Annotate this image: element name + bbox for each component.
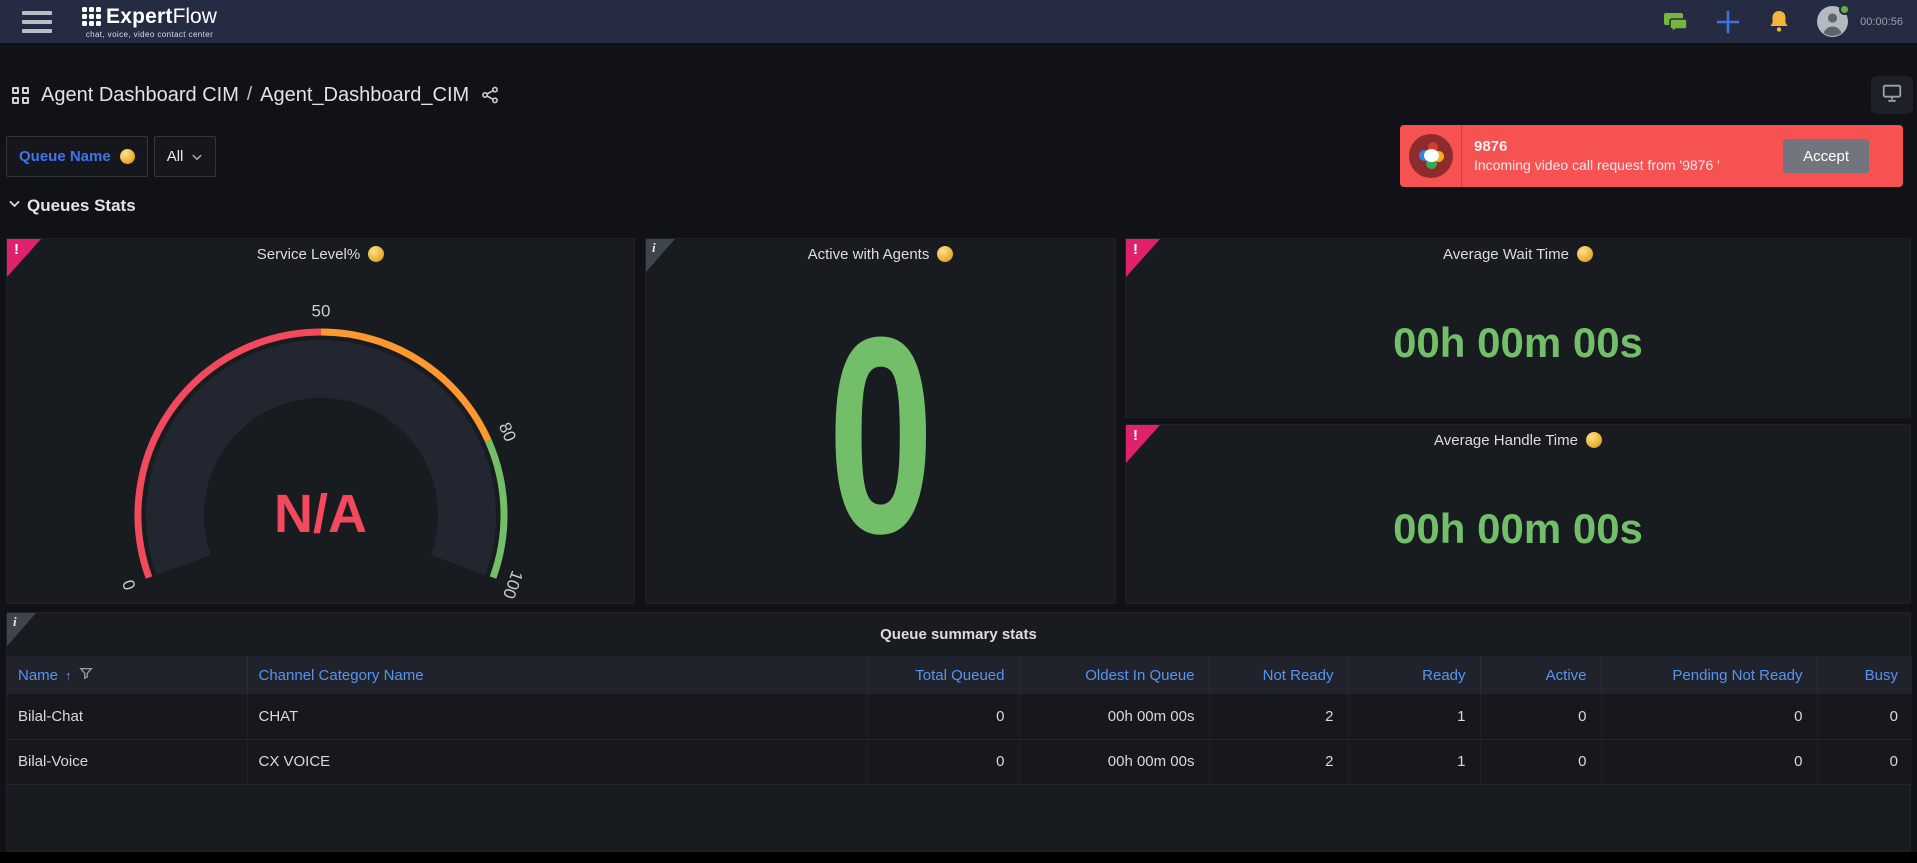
panel-title[interactable]: Service Level%	[7, 239, 634, 269]
column-header[interactable]: Total Queued	[867, 656, 1019, 694]
logo-primary-text: Expert	[106, 5, 173, 29]
gold-dot-icon	[1586, 432, 1602, 448]
table-cell: 0	[867, 694, 1019, 739]
stat-value: 0	[646, 269, 1115, 603]
stat-value: 00h 00m 00s	[1126, 455, 1910, 603]
breadcrumb-separator: /	[247, 84, 252, 106]
gauge-tick-label: 100	[499, 568, 527, 601]
queue-name-filter[interactable]: Queue Name	[6, 136, 148, 177]
section-title: Queues Stats	[27, 196, 136, 216]
gauge-tick-label: 80	[495, 419, 520, 444]
bottom-bar	[0, 852, 1917, 863]
table-cell: 0	[1480, 739, 1601, 784]
stat-value: 00h 00m 00s	[1126, 269, 1910, 417]
user-avatar[interactable]	[1817, 6, 1848, 37]
gold-dot-icon	[1577, 246, 1593, 262]
top-navbar: ExpertFlow chat, voice, video contact ce…	[0, 0, 1917, 43]
column-header[interactable]: Pending Not Ready	[1601, 656, 1817, 694]
table-cell: CX VOICE	[247, 739, 867, 784]
add-icon[interactable]	[1715, 9, 1741, 35]
sort-ascending-icon: ↑	[65, 668, 72, 683]
incoming-call-banner: 9876 Incoming video call request from '9…	[1400, 125, 1903, 187]
table-cell: 1	[1348, 739, 1480, 784]
monitor-icon	[1881, 82, 1903, 109]
table-cell: Bilal-Chat	[7, 694, 247, 739]
section-queues-stats[interactable]: Queues Stats	[8, 196, 136, 216]
panel-title[interactable]: Active with Agents	[646, 239, 1115, 269]
column-header[interactable]: Not Ready	[1209, 656, 1348, 694]
chat-icon[interactable]	[1663, 10, 1689, 34]
dashboard-page: ExpertFlow chat, voice, video contact ce…	[0, 0, 1917, 863]
panel-service-level: ! Service Level% 05080100 N/A	[6, 238, 635, 604]
queue-summary-table: i Queue summary stats Name↑Channel Categ…	[6, 612, 1911, 852]
gold-dot-icon	[368, 246, 384, 262]
column-header[interactable]: Ready	[1348, 656, 1480, 694]
chevron-down-icon	[191, 151, 203, 163]
table-cell: 0	[1601, 739, 1817, 784]
caller-id: 9876	[1474, 137, 1783, 156]
table-row: Bilal-VoiceCX VOICE000h 00m 00s21000	[7, 739, 1912, 784]
panel-title[interactable]: Average Handle Time	[1126, 425, 1910, 455]
logo-mark-icon	[82, 7, 101, 26]
queue-name-label: Queue Name	[19, 148, 111, 165]
breadcrumb-dashboard-link[interactable]: Agent Dashboard CIM	[41, 84, 239, 107]
hamburger-menu-button[interactable]	[22, 11, 52, 33]
notifications-bell-icon[interactable]	[1767, 9, 1791, 35]
gold-dot-icon	[937, 246, 953, 262]
gauge-value: N/A	[7, 483, 634, 545]
filter-value-dropdown[interactable]: All	[154, 136, 217, 177]
panel-average-handle-time: ! Average Handle Time 00h 00m 00s	[1125, 424, 1911, 604]
breadcrumb: Agent Dashboard CIM / Agent_Dashboard_CI…	[12, 75, 499, 115]
gold-dot-icon	[120, 149, 135, 164]
gauge-tick-label: 0	[119, 577, 140, 592]
table-cell: 2	[1209, 694, 1348, 739]
table-title[interactable]: Queue summary stats	[7, 613, 1910, 656]
column-header[interactable]: Active	[1480, 656, 1601, 694]
column-header[interactable]: Busy	[1817, 656, 1912, 694]
status-indicator	[1839, 4, 1850, 15]
logo-tagline: chat, voice, video contact center	[86, 30, 214, 39]
expertflow-logo[interactable]: ExpertFlow chat, voice, video contact ce…	[82, 5, 217, 39]
column-header[interactable]: Channel Category Name	[247, 656, 867, 694]
share-icon[interactable]	[481, 86, 499, 104]
panel-average-wait-time: ! Average Wait Time 00h 00m 00s	[1125, 238, 1911, 418]
logo-secondary-text: Flow	[173, 5, 217, 29]
filter-selected-value: All	[167, 148, 184, 165]
kiosk-mode-button[interactable]	[1871, 76, 1913, 114]
session-timer: 00:00:56	[1860, 16, 1903, 28]
column-header[interactable]: Oldest In Queue	[1019, 656, 1209, 694]
table-cell: 00h 00m 00s	[1019, 694, 1209, 739]
panel-active-with-agents: i Active with Agents 0	[645, 238, 1116, 604]
table-cell: 0	[1817, 739, 1912, 784]
call-message: Incoming video call request from '9876 '	[1474, 156, 1783, 175]
table-cell: 1	[1348, 694, 1480, 739]
gauge-tick-label: 50	[312, 301, 331, 320]
filter-funnel-icon[interactable]	[79, 666, 93, 684]
apps-grid-icon[interactable]	[12, 87, 29, 104]
table-cell: 0	[1601, 694, 1817, 739]
table-row: Bilal-ChatCHAT000h 00m 00s21000	[7, 694, 1912, 739]
table-cell: 2	[1209, 739, 1348, 784]
gauge-chart: 0 50 80 100 N/A	[7, 269, 634, 603]
table-cell: 0	[867, 739, 1019, 784]
section-collapse-chevron-icon	[8, 197, 21, 215]
table-cell: 0	[1817, 694, 1912, 739]
table-cell: CHAT	[247, 694, 867, 739]
table-cell: 00h 00m 00s	[1019, 739, 1209, 784]
accept-call-button[interactable]: Accept	[1783, 139, 1869, 173]
table-cell: Bilal-Voice	[7, 739, 247, 784]
breadcrumb-page-name[interactable]: Agent_Dashboard_CIM	[260, 84, 469, 107]
caller-avatar-icon	[1409, 134, 1453, 178]
column-header[interactable]: Name↑	[7, 656, 247, 694]
table-cell: 0	[1480, 694, 1601, 739]
panel-title[interactable]: Average Wait Time	[1126, 239, 1910, 269]
